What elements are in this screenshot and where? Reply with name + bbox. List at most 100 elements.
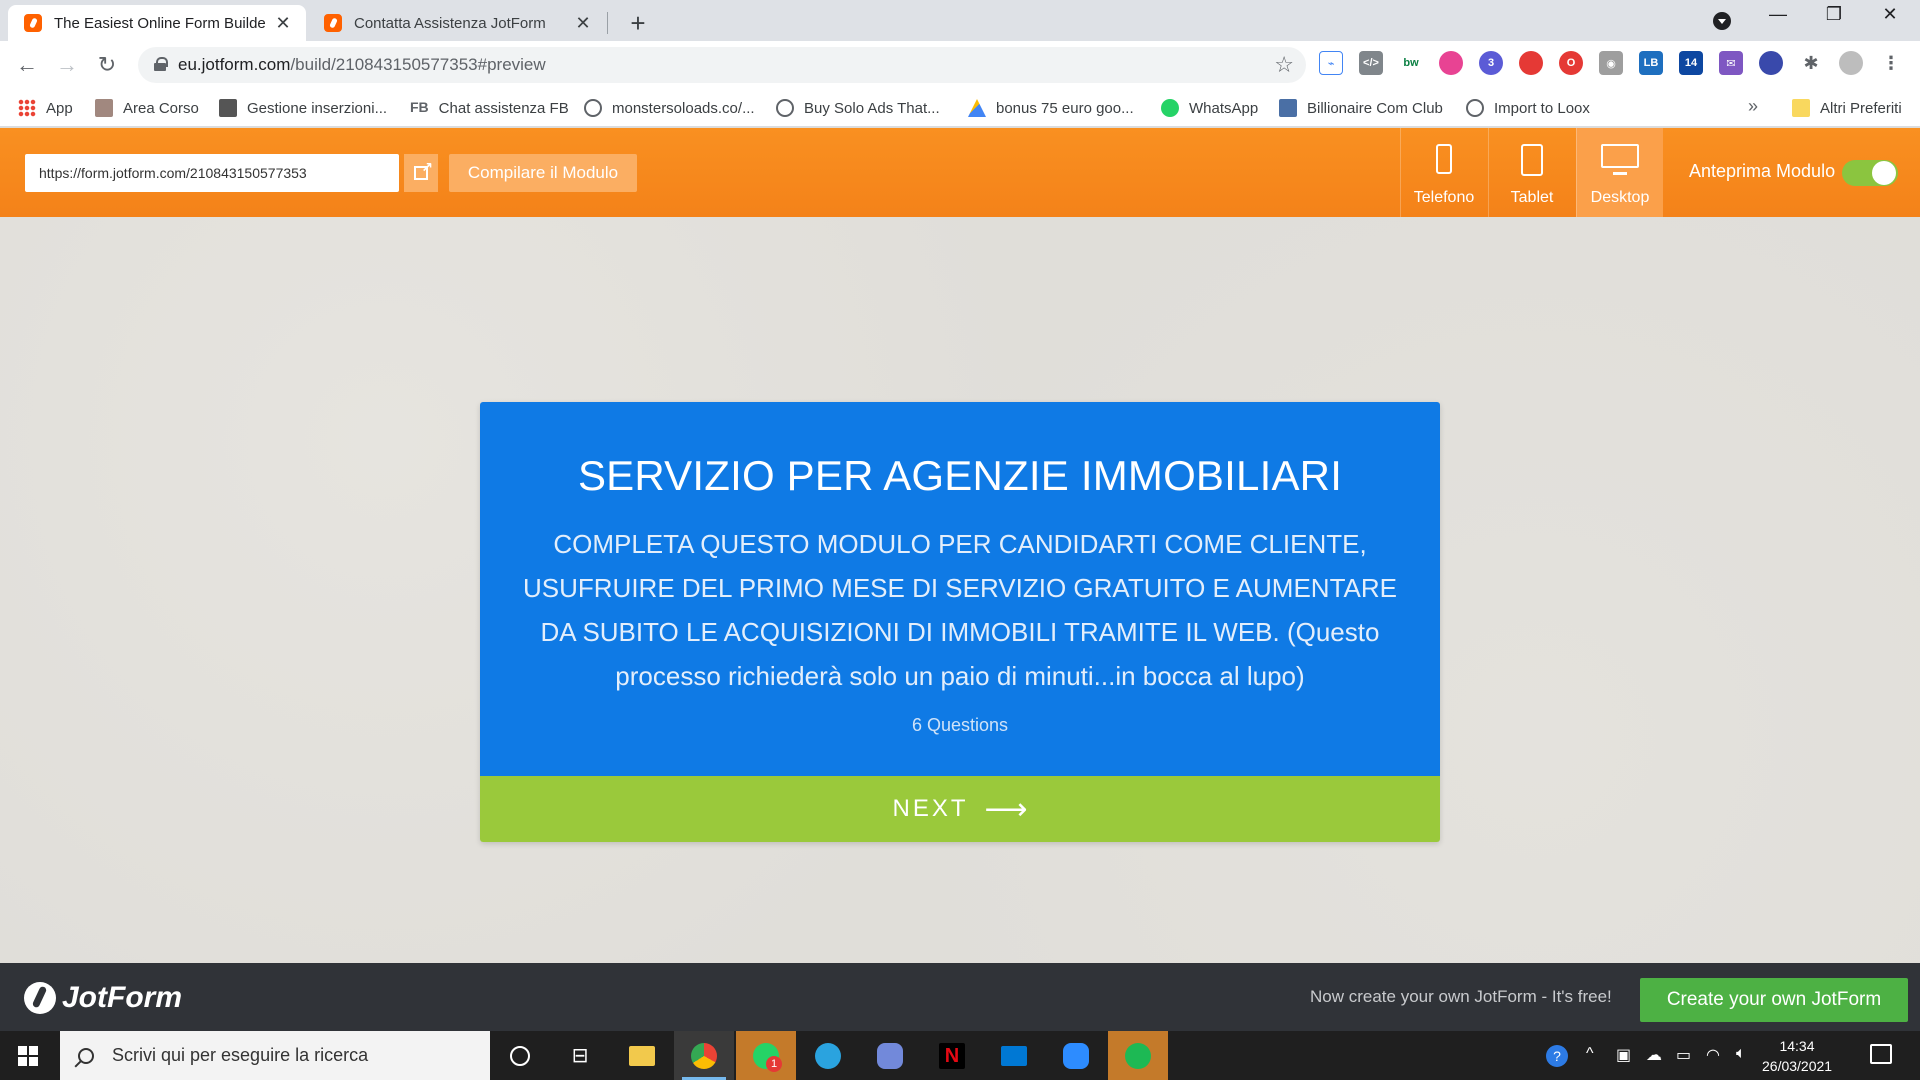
globe-icon (584, 99, 602, 117)
extension-code-icon[interactable]: </> (1359, 51, 1383, 75)
bookmark-whatsapp[interactable]: WhatsApp (1161, 96, 1258, 120)
close-tab-icon[interactable]: ✕ (574, 13, 592, 34)
bookmark-app[interactable]: App (18, 96, 73, 120)
tray-chevron-icon[interactable]: ^ (1586, 1045, 1594, 1063)
fb-text-icon: FB (410, 99, 429, 115)
windows-taskbar: Scrivi qui per eseguire la ricerca ⊟ 1 N… (0, 1031, 1920, 1080)
extension-badge-icon[interactable]: 3 (1479, 51, 1503, 75)
restore-icon[interactable]: ❐ (1814, 4, 1854, 25)
wifi-icon[interactable]: ◠ (1706, 1045, 1720, 1065)
arrow-right-icon: ⟶ (984, 792, 1028, 826)
netflix-icon[interactable]: N (922, 1031, 982, 1080)
question-count: 6 Questions (911, 715, 1009, 735)
discord-icon[interactable] (860, 1031, 920, 1080)
bookmark-bonus[interactable]: bonus 75 euro goo... (968, 96, 1134, 120)
bookmark-buy-solo-ads[interactable]: Buy Solo Ads That... (776, 96, 940, 120)
mail-icon[interactable] (984, 1031, 1044, 1080)
bookmark-altri-preferiti[interactable]: Altri Preferiti (1792, 96, 1902, 120)
form-url-field[interactable]: https://form.jotform.com/210843150577353 (25, 154, 399, 192)
jotform-favicon-icon (324, 14, 342, 32)
bookmark-area-corso[interactable]: Area Corso (95, 96, 199, 120)
battery-icon[interactable]: ▭ (1676, 1045, 1691, 1065)
lock-icon (154, 57, 168, 71)
close-tab-icon[interactable]: ✕ (274, 13, 292, 34)
tab-title: The Easiest Online Form Builder (54, 14, 266, 32)
preview-toggle-label: Anteprima Modulo (1689, 161, 1836, 181)
desktop-icon (1601, 144, 1639, 175)
tablet-icon (1521, 144, 1543, 176)
bookmark-monstersoloads[interactable]: monstersoloads.co/... (584, 96, 755, 120)
extension-camera-icon[interactable]: ◉ (1599, 51, 1623, 75)
zoom-icon[interactable] (1046, 1031, 1106, 1080)
extension-pokeball-icon[interactable] (1519, 51, 1543, 75)
bookmark-import-loox[interactable]: Import to Loox (1466, 96, 1590, 120)
extension-lb-icon[interactable]: LB (1639, 51, 1663, 75)
folder-icon (1792, 99, 1810, 117)
extensions-puzzle-icon[interactable]: ✱ (1799, 51, 1823, 75)
browser-toolbar: ← → ↻ eu.jotform.com/build/2108431505773… (0, 41, 1920, 89)
extension-bw-icon[interactable]: bw (1399, 51, 1423, 75)
back-icon[interactable]: ← (11, 49, 43, 81)
help-icon[interactable]: ? (1546, 1045, 1568, 1067)
tray-device-icon[interactable]: ▣ (1616, 1045, 1631, 1065)
volume-icon[interactable]: 🔈︎ (1736, 1045, 1746, 1063)
jotform-favicon-icon (24, 14, 42, 32)
task-view-icon[interactable]: ⊟ (550, 1031, 610, 1080)
cortana-icon[interactable] (490, 1031, 550, 1080)
telegram-icon[interactable] (798, 1031, 858, 1080)
tab-assistenza[interactable]: Contatta Assistenza JotForm ✕ (308, 5, 606, 41)
profile-avatar[interactable] (1839, 51, 1863, 75)
device-tablet-button[interactable]: Tablet (1488, 128, 1575, 217)
chrome-menu-icon[interactable]: ⋮ (1879, 51, 1903, 75)
extension-mail-icon[interactable]: ✉ (1719, 51, 1743, 75)
bookmark-billionaire[interactable]: Billionaire Com Club (1279, 96, 1443, 120)
reload-icon[interactable]: ↻ (91, 49, 123, 81)
more-bookmarks-icon[interactable]: » (1748, 96, 1758, 117)
tab-title: Contatta Assistenza JotForm (354, 14, 546, 32)
tab-search-icon[interactable] (1713, 12, 1731, 30)
footer-cta-text: Now create your own JotForm - It's free! (1310, 987, 1612, 1006)
windows-start-icon[interactable] (18, 1046, 38, 1066)
file-explorer-icon[interactable] (612, 1031, 672, 1080)
next-button[interactable]: NEXT ⟶ (480, 776, 1440, 842)
extension-14-icon[interactable]: 14 (1679, 51, 1703, 75)
window-close-icon[interactable]: ✕ (1870, 4, 1910, 25)
jotform-logo[interactable]: JotForm (24, 981, 182, 1015)
open-in-new-tab-button[interactable] (404, 154, 438, 192)
apps-grid-icon (18, 99, 36, 117)
bookmark-chat-fb[interactable]: FB Chat assistenza FB (410, 96, 569, 120)
forward-icon[interactable]: → (51, 49, 83, 81)
bookmark-star-icon[interactable]: ☆ (1274, 52, 1294, 78)
minimize-icon[interactable]: — (1758, 4, 1798, 25)
fill-form-button[interactable]: Compilare il Modulo (449, 154, 637, 192)
address-bar[interactable]: eu.jotform.com/build/210843150577353#pre… (138, 47, 1306, 83)
bookmark-gestione[interactable]: Gestione inserzioni... (219, 96, 387, 120)
extension-pie-icon[interactable] (1759, 51, 1783, 75)
onedrive-icon[interactable]: ☁ (1646, 1045, 1662, 1065)
chrome-taskbar-icon[interactable] (674, 1031, 734, 1080)
form-title: SERVIZIO PER AGENZIE IMMOBILIARI (577, 452, 1343, 499)
billionaire-icon (1279, 99, 1297, 117)
device-label: Telefono (1413, 189, 1475, 206)
jotform-preview-header: https://form.jotform.com/210843150577353… (0, 128, 1920, 217)
jotform-logo-icon (24, 982, 56, 1014)
tab-separator (607, 12, 608, 34)
extension-pink-icon[interactable] (1439, 51, 1463, 75)
search-placeholder: Scrivi qui per eseguire la ricerca (112, 1045, 369, 1065)
preview-toggle[interactable] (1842, 160, 1898, 186)
whatsapp-taskbar-icon[interactable]: 1 (736, 1031, 796, 1080)
whatsapp-icon (1161, 99, 1179, 117)
address-url: eu.jotform.com/build/210843150577353#pre… (178, 55, 546, 74)
device-phone-button[interactable]: Telefono (1400, 128, 1487, 217)
extension-link-icon[interactable]: ⌁ (1319, 51, 1343, 75)
action-center-icon[interactable] (1870, 1044, 1892, 1064)
google-ads-icon (968, 99, 986, 117)
taskbar-search-box[interactable]: Scrivi qui per eseguire la ricerca (60, 1031, 490, 1080)
new-tab-icon[interactable]: + (624, 8, 652, 39)
taskbar-clock[interactable]: 14:34 26/03/2021 (1762, 1036, 1832, 1076)
extension-opera-icon[interactable]: O (1559, 51, 1583, 75)
tab-form-builder[interactable]: The Easiest Online Form Builder ✕ (8, 5, 306, 41)
create-jotform-button[interactable]: Create your own JotForm (1640, 978, 1908, 1022)
spotify-icon[interactable] (1108, 1031, 1168, 1080)
device-desktop-button[interactable]: Desktop (1576, 128, 1663, 217)
